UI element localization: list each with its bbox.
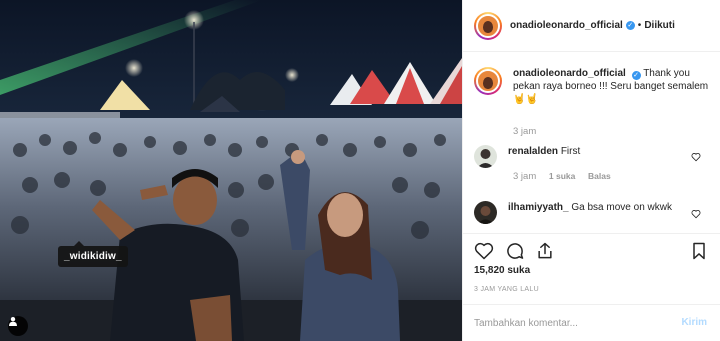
comment-text: Ga bsa move on wkwk: [571, 202, 672, 213]
comment-icon[interactable]: [505, 241, 525, 261]
add-comment-bar: Kirim: [463, 304, 720, 341]
commenter-avatar[interactable]: [474, 201, 497, 224]
like-count[interactable]: 15,820 suka: [474, 265, 530, 276]
like-comment-heart-icon[interactable]: [691, 209, 701, 219]
post-header: onadioleonardo_official ✓ • Diikuti: [463, 0, 720, 52]
caption-time[interactable]: 3 jam: [513, 126, 536, 137]
like-heart-icon[interactable]: [474, 241, 494, 261]
post-actions: 15,820 suka 3 JAM YANG LALU: [463, 233, 720, 303]
post-side-panel: onadioleonardo_official ✓ • Diikuti onad…: [462, 0, 720, 341]
user-tags-icon[interactable]: [8, 316, 28, 336]
caption-username[interactable]: onadioleonardo_official: [513, 68, 626, 79]
concert-photo: [0, 0, 462, 341]
commenter-avatar[interactable]: [474, 145, 497, 168]
comment-item: renalalden First: [474, 145, 714, 168]
comments-list[interactable]: onadioleonardo_official ✓ Thank you peka…: [463, 53, 720, 233]
photo-user-tag[interactable]: _widikidiw_: [58, 241, 128, 267]
verified-badge-icon: ✓: [625, 21, 635, 30]
separator-dot: •: [637, 20, 642, 31]
comment-text: First: [560, 146, 581, 157]
comment-username[interactable]: renalalden: [508, 146, 558, 157]
caption-avatar[interactable]: [474, 67, 502, 95]
save-bookmark-icon[interactable]: [689, 241, 709, 261]
caption: onadioleonardo_official ✓ Thank you peka…: [474, 67, 714, 106]
post-comment-button[interactable]: Kirim: [681, 317, 707, 328]
comment-username[interactable]: ilhamiyyath_: [508, 202, 569, 213]
author-username[interactable]: onadioleonardo_official: [510, 20, 623, 31]
reply-button[interactable]: Balas: [588, 171, 611, 181]
comment-input[interactable]: [474, 317, 674, 329]
like-comment-heart-icon[interactable]: [691, 152, 701, 162]
share-icon[interactable]: [535, 241, 555, 261]
following-button[interactable]: Diikuti: [644, 20, 675, 31]
verified-badge-icon: ✓: [631, 71, 641, 80]
post-photo[interactable]: _widikidiw_: [0, 0, 462, 341]
post-timestamp[interactable]: 3 JAM YANG LALU: [474, 286, 539, 293]
comment-time[interactable]: 3 jam: [513, 171, 536, 182]
author-avatar[interactable]: [474, 11, 502, 40]
comment-meta: 3 jam 1 suka Balas: [513, 171, 611, 182]
comment-item: ilhamiyyath_ Ga bsa move on wkwk: [474, 201, 714, 224]
comment-like-count[interactable]: 1 suka: [549, 171, 575, 181]
